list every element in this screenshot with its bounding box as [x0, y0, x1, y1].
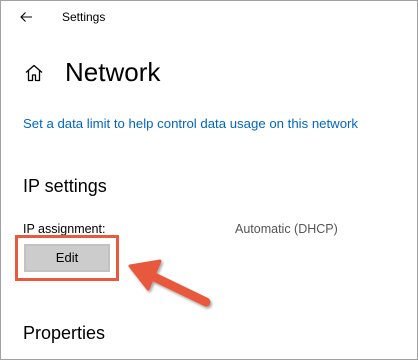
page-title: Network [65, 57, 161, 87]
settings-window: Settings Network Set a data limit to hel… [0, 0, 418, 360]
home-icon [24, 63, 44, 83]
data-limit-link[interactable]: Set a data limit to help control data us… [23, 115, 358, 133]
pointer-arrow-icon [128, 259, 211, 307]
window-title: Settings [62, 10, 106, 24]
title-bar: Settings [1, 1, 417, 33]
edit-button[interactable]: Edit [24, 244, 110, 272]
ip-settings-heading: IP settings [23, 176, 107, 196]
back-arrow-icon[interactable] [18, 9, 34, 25]
ip-assignment-value: Automatic (DHCP) [235, 222, 338, 236]
properties-heading: Properties [23, 323, 106, 343]
